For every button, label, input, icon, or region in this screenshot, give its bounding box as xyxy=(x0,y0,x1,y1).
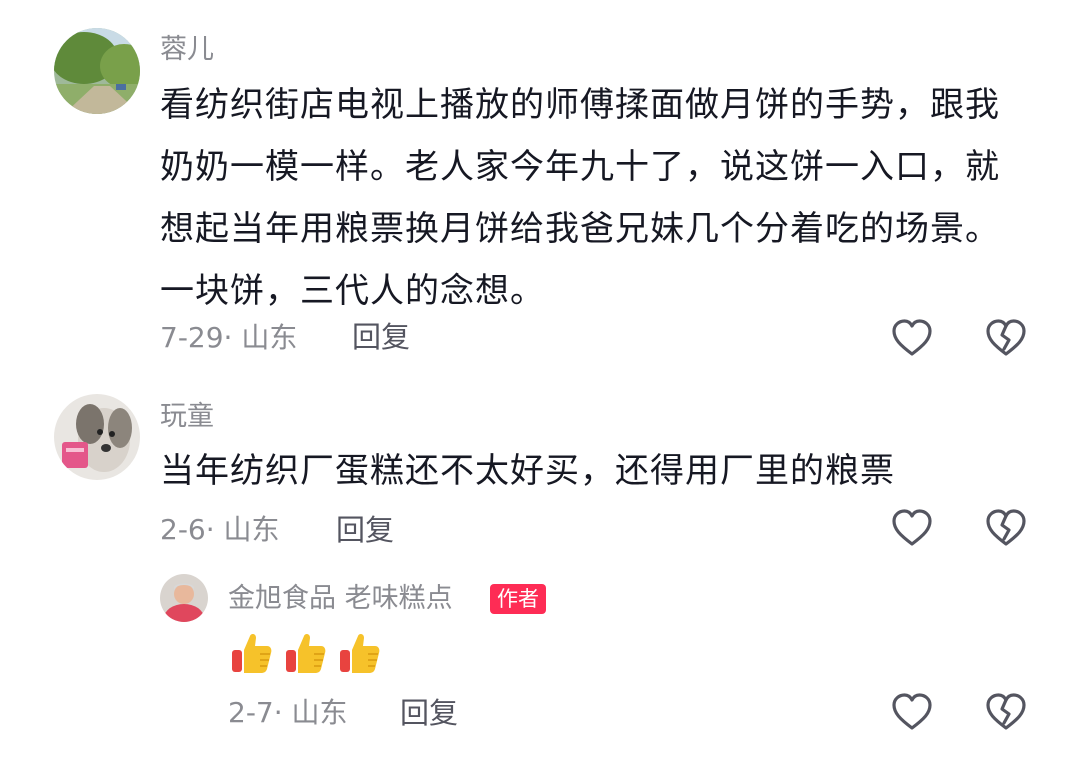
heart-outline-icon xyxy=(892,509,932,546)
broken-heart-icon xyxy=(986,509,1026,546)
emoji-row xyxy=(230,630,382,676)
heart-outline-icon xyxy=(892,319,932,356)
user-avatar[interactable] xyxy=(54,394,140,480)
username[interactable]: 蓉儿 xyxy=(160,33,214,67)
dislike-button[interactable] xyxy=(984,690,1028,734)
like-button[interactable] xyxy=(890,316,934,360)
dog-photo-avatar xyxy=(54,394,140,480)
reply-username[interactable]: 金旭食品 老味糕点 xyxy=(228,582,453,616)
thumbs-up-icon xyxy=(284,630,328,676)
broken-heart-icon xyxy=(986,693,1026,730)
thumbs-up-icon xyxy=(230,630,274,676)
reply-avatar[interactable] xyxy=(160,574,208,622)
comment-date-location: 2-6· 山东 xyxy=(160,513,280,546)
reply-comment: 金旭食品 老味糕点 作者 2-7· 山东 回复 xyxy=(0,570,1080,768)
comment-2: 玩童 当年纺织厂蛋糕还不太好买，还得用厂里的粮票 2-6· 山东 回复 金旭食品… xyxy=(0,380,1080,768)
user-avatar[interactable] xyxy=(54,28,140,114)
comment-text: 当年纺织厂蛋糕还不太好买，还得用厂里的粮票 xyxy=(160,451,895,491)
like-button[interactable] xyxy=(890,690,934,734)
comment-1: 蓉儿 看纺织街店电视上播放的师傅揉面做月饼的手势，跟我奶奶一模一样。老人家今年九… xyxy=(0,0,1080,380)
landscape-photo-avatar xyxy=(54,28,140,114)
heart-outline-icon xyxy=(892,693,932,730)
dislike-button[interactable] xyxy=(984,316,1028,360)
reply-button[interactable]: 回复 xyxy=(336,513,394,547)
username[interactable]: 玩童 xyxy=(160,400,214,434)
reply-button[interactable]: 回复 xyxy=(400,696,458,730)
author-badge: 作者 xyxy=(490,584,546,614)
like-button[interactable] xyxy=(890,506,934,550)
comment-date-location: 7-29· 山东 xyxy=(160,321,298,354)
thumbs-up-icon xyxy=(338,630,382,676)
comment-text: 看纺织街店电视上播放的师傅揉面做月饼的手势，跟我奶奶一模一样。老人家今年九十了，… xyxy=(160,85,1000,311)
reply-date-location: 2-7· 山东 xyxy=(228,696,348,729)
dislike-button[interactable] xyxy=(984,506,1028,550)
person-photo-avatar xyxy=(160,574,208,622)
broken-heart-icon xyxy=(986,319,1026,356)
reply-button[interactable]: 回复 xyxy=(352,320,410,354)
